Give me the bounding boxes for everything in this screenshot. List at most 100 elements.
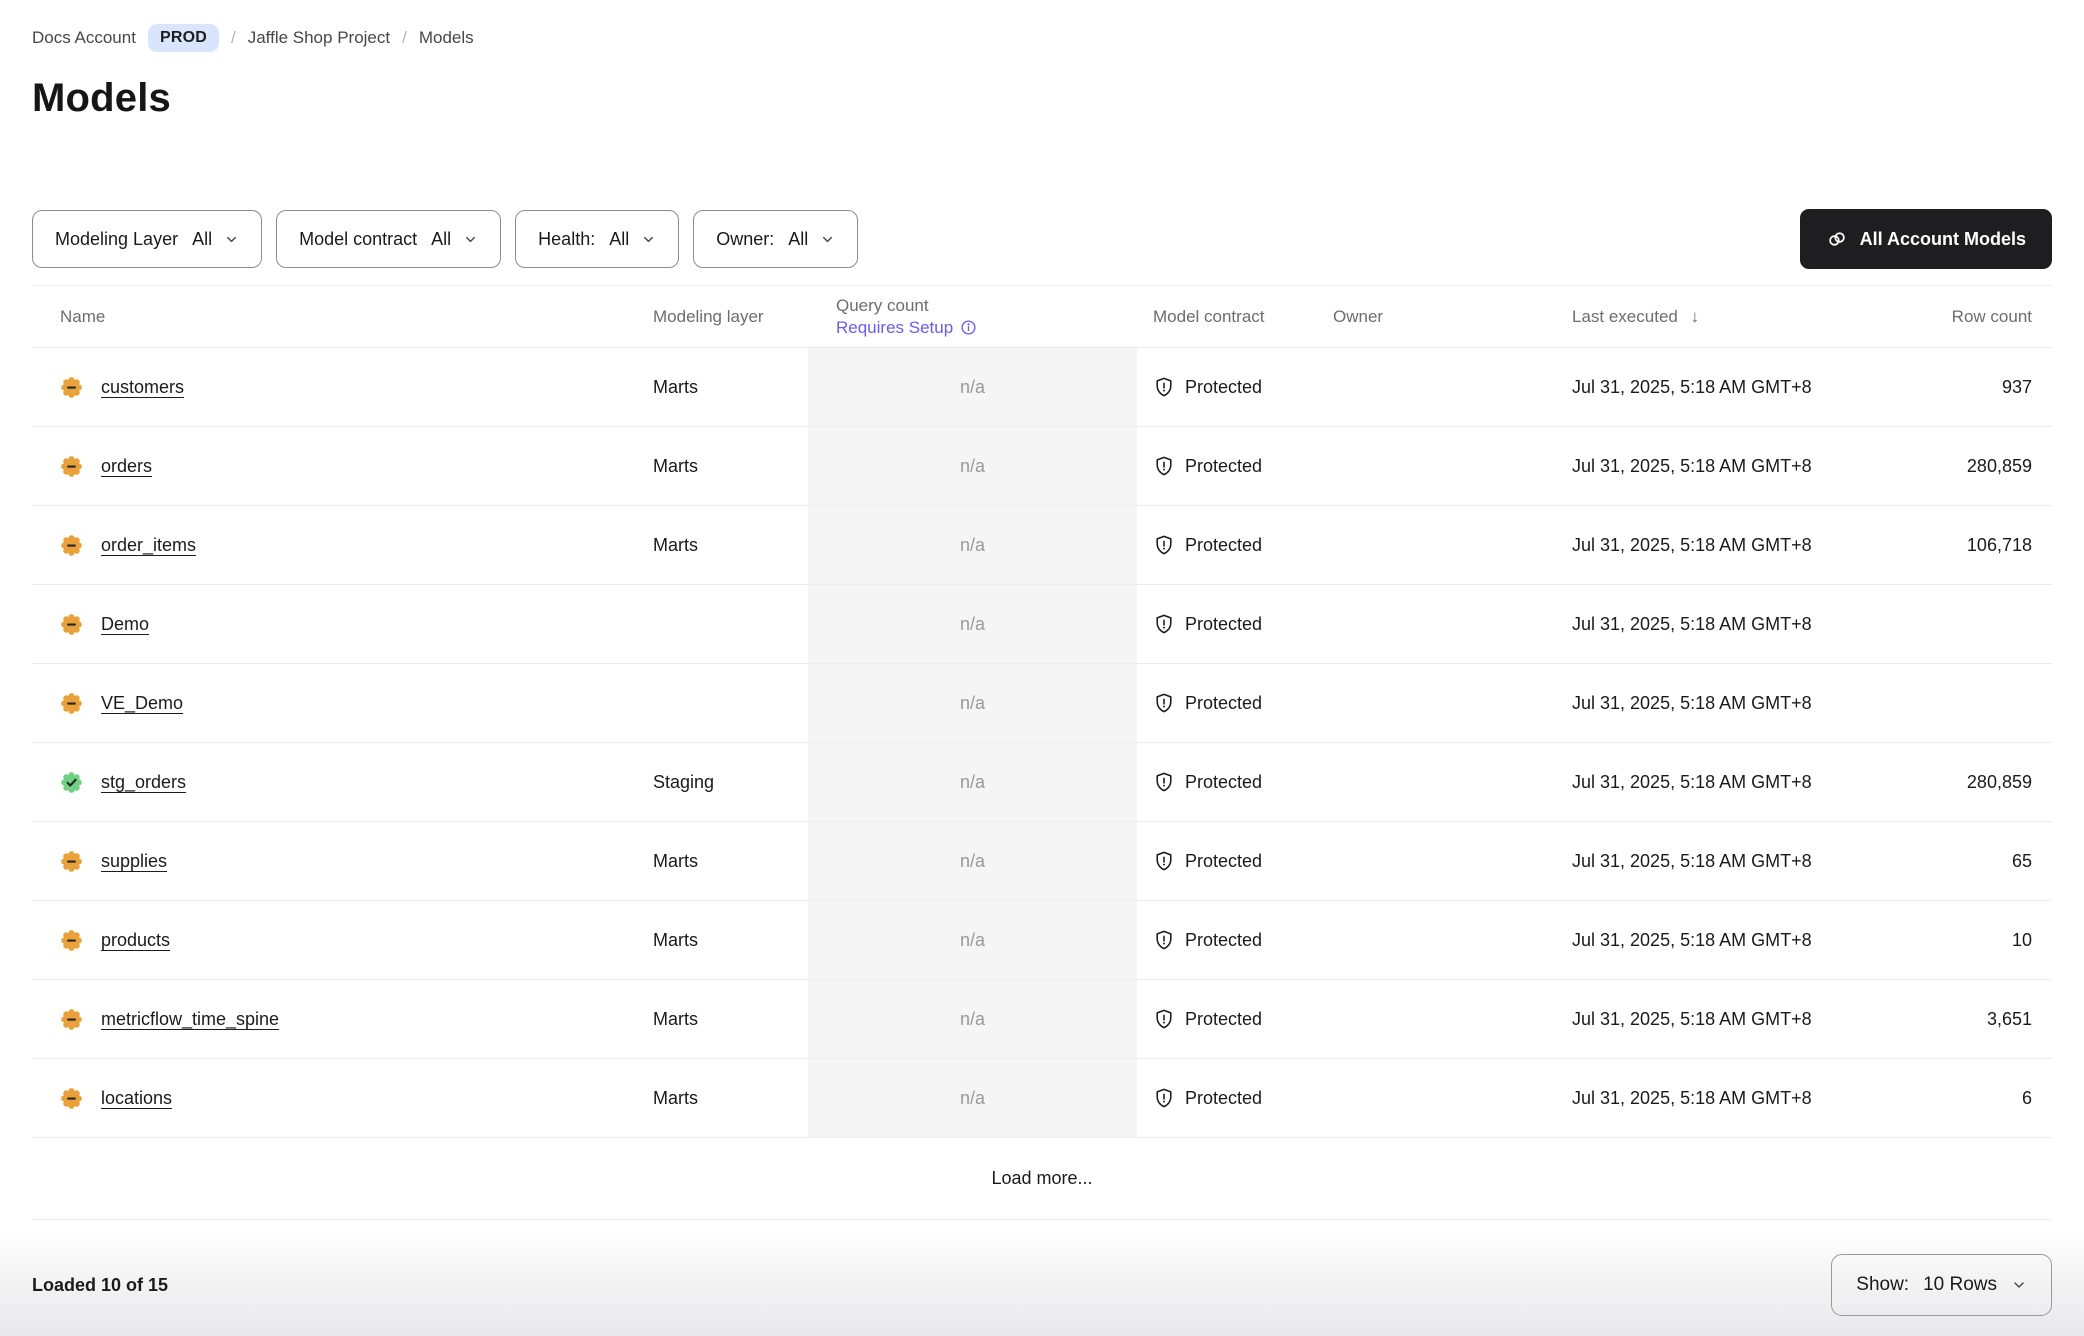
last-executed-cell: Jul 31, 2025, 5:18 AM GMT+8 bbox=[1560, 535, 1852, 556]
model-contract-label: Protected bbox=[1185, 693, 1262, 714]
model-contract-cell: Protected bbox=[1137, 613, 1320, 635]
breadcrumb-separator: / bbox=[231, 28, 236, 48]
table-row: stg_orders Staging n/a Protected Jul 31,… bbox=[32, 743, 2052, 822]
breadcrumb-current: Models bbox=[419, 28, 474, 48]
shield-exclamation-icon bbox=[1153, 376, 1175, 398]
model-contract-cell: Protected bbox=[1137, 692, 1320, 714]
row-count-cell: 6 bbox=[1852, 1088, 2052, 1109]
header-row-count: Row count bbox=[1852, 307, 2052, 327]
table-row: Demo n/a Protected Jul 31, 2025, 5:18 AM… bbox=[32, 585, 2052, 664]
breadcrumb-project[interactable]: Jaffle Shop Project bbox=[248, 28, 390, 48]
load-more-button[interactable]: Load more... bbox=[991, 1168, 1092, 1189]
warning-badge-icon bbox=[60, 850, 83, 873]
row-count-cell: 3,651 bbox=[1852, 1009, 2052, 1030]
last-executed-cell: Jul 31, 2025, 5:18 AM GMT+8 bbox=[1560, 456, 1852, 477]
chevron-down-icon bbox=[641, 232, 656, 247]
show-rows-dropdown[interactable]: Show: 10 Rows bbox=[1831, 1254, 2052, 1316]
modeling-layer-cell: Marts bbox=[653, 377, 808, 398]
shield-exclamation-icon bbox=[1153, 771, 1175, 793]
requires-setup-link[interactable]: Requires Setup bbox=[836, 318, 953, 338]
filter-bar: Modeling Layer All Model contract All He… bbox=[32, 209, 2052, 269]
last-executed-cell: Jul 31, 2025, 5:18 AM GMT+8 bbox=[1560, 851, 1852, 872]
filter-value: All bbox=[431, 229, 451, 250]
last-executed-cell: Jul 31, 2025, 5:18 AM GMT+8 bbox=[1560, 772, 1852, 793]
show-rows-value: 10 Rows bbox=[1923, 1274, 1997, 1296]
all-account-models-button[interactable]: All Account Models bbox=[1800, 209, 2052, 269]
model-name-link[interactable]: order_items bbox=[101, 535, 196, 556]
filter-value: All bbox=[192, 229, 212, 250]
model-contract-label: Protected bbox=[1185, 614, 1262, 635]
table-footer: Loaded 10 of 15 Show: 10 Rows bbox=[32, 1254, 2052, 1316]
table-row: products Marts n/a Protected Jul 31, 202… bbox=[32, 901, 2052, 980]
row-count-cell: 937 bbox=[1852, 377, 2052, 398]
shield-exclamation-icon bbox=[1153, 455, 1175, 477]
chevron-down-icon bbox=[2011, 1277, 2027, 1293]
filter-health[interactable]: Health: All bbox=[515, 210, 679, 268]
model-name-link[interactable]: orders bbox=[101, 456, 152, 477]
table-body: customers Marts n/a Protected Jul 31, 20… bbox=[32, 348, 2052, 1138]
page-title: Models bbox=[32, 76, 2052, 121]
breadcrumb: Docs Account PROD / Jaffle Shop Project … bbox=[32, 0, 2052, 52]
shield-exclamation-icon bbox=[1153, 613, 1175, 635]
model-name-link[interactable]: VE_Demo bbox=[101, 693, 183, 714]
warning-badge-icon bbox=[60, 455, 83, 478]
header-modeling-layer: Modeling layer bbox=[653, 307, 808, 327]
model-contract-cell: Protected bbox=[1137, 1087, 1320, 1109]
header-owner: Owner bbox=[1320, 307, 1560, 327]
row-count-cell: 106,718 bbox=[1852, 535, 2052, 556]
last-executed-cell: Jul 31, 2025, 5:18 AM GMT+8 bbox=[1560, 1009, 1852, 1030]
table-row: orders Marts n/a Protected Jul 31, 2025,… bbox=[32, 427, 2052, 506]
model-contract-cell: Protected bbox=[1137, 534, 1320, 556]
filter-model-contract[interactable]: Model contract All bbox=[276, 210, 501, 268]
table-row: VE_Demo n/a Protected Jul 31, 2025, 5:18… bbox=[32, 664, 2052, 743]
chevron-down-icon bbox=[224, 232, 239, 247]
loaded-count-text: Loaded 10 of 15 bbox=[32, 1275, 168, 1296]
breadcrumb-account[interactable]: Docs Account bbox=[32, 28, 136, 48]
model-contract-label: Protected bbox=[1185, 377, 1262, 398]
model-name-link[interactable]: products bbox=[101, 930, 170, 951]
query-count-cell: n/a bbox=[808, 901, 1137, 979]
filter-label: Modeling Layer bbox=[55, 229, 178, 250]
model-name-link[interactable]: metricflow_time_spine bbox=[101, 1009, 279, 1030]
model-name-link[interactable]: locations bbox=[101, 1088, 172, 1109]
modeling-layer-cell: Marts bbox=[653, 930, 808, 951]
filter-modeling-layer[interactable]: Modeling Layer All bbox=[32, 210, 262, 268]
model-name-link[interactable]: stg_orders bbox=[101, 772, 186, 793]
load-more-row: Load more... bbox=[32, 1138, 2052, 1220]
query-count-cell: n/a bbox=[808, 980, 1137, 1058]
table-row: metricflow_time_spine Marts n/a Protecte… bbox=[32, 980, 2052, 1059]
last-executed-cell: Jul 31, 2025, 5:18 AM GMT+8 bbox=[1560, 614, 1852, 635]
model-contract-cell: Protected bbox=[1137, 850, 1320, 872]
models-page: Docs Account PROD / Jaffle Shop Project … bbox=[0, 0, 2084, 1336]
row-count-cell: 280,859 bbox=[1852, 772, 2052, 793]
environment-badge: PROD bbox=[148, 24, 219, 52]
query-count-cell: n/a bbox=[808, 664, 1137, 742]
filter-value: All bbox=[788, 229, 808, 250]
warning-badge-icon bbox=[60, 613, 83, 636]
breadcrumb-separator: / bbox=[402, 28, 407, 48]
model-name-link[interactable]: customers bbox=[101, 377, 184, 398]
shield-exclamation-icon bbox=[1153, 1087, 1175, 1109]
filter-owner[interactable]: Owner: All bbox=[693, 210, 858, 268]
table-row: customers Marts n/a Protected Jul 31, 20… bbox=[32, 348, 2052, 427]
chevron-down-icon bbox=[463, 232, 478, 247]
row-count-cell: 280,859 bbox=[1852, 456, 2052, 477]
shield-exclamation-icon bbox=[1153, 850, 1175, 872]
model-contract-label: Protected bbox=[1185, 1088, 1262, 1109]
chevron-down-icon bbox=[820, 232, 835, 247]
row-count-cell: 65 bbox=[1852, 851, 2052, 872]
header-query-count-label: Query count bbox=[836, 296, 929, 316]
last-executed-cell: Jul 31, 2025, 5:18 AM GMT+8 bbox=[1560, 1088, 1852, 1109]
shield-exclamation-icon bbox=[1153, 534, 1175, 556]
modeling-layer-cell: Marts bbox=[653, 1009, 808, 1030]
info-icon[interactable] bbox=[960, 319, 977, 336]
shield-exclamation-icon bbox=[1153, 1008, 1175, 1030]
model-name-link[interactable]: supplies bbox=[101, 851, 167, 872]
header-last-executed[interactable]: Last executed ↓ bbox=[1560, 307, 1852, 327]
table-row: order_items Marts n/a Protected Jul 31, … bbox=[32, 506, 2052, 585]
header-name: Name bbox=[32, 307, 653, 327]
model-contract-cell: Protected bbox=[1137, 376, 1320, 398]
query-count-cell: n/a bbox=[808, 743, 1137, 821]
model-name-link[interactable]: Demo bbox=[101, 614, 149, 635]
model-contract-label: Protected bbox=[1185, 456, 1262, 477]
